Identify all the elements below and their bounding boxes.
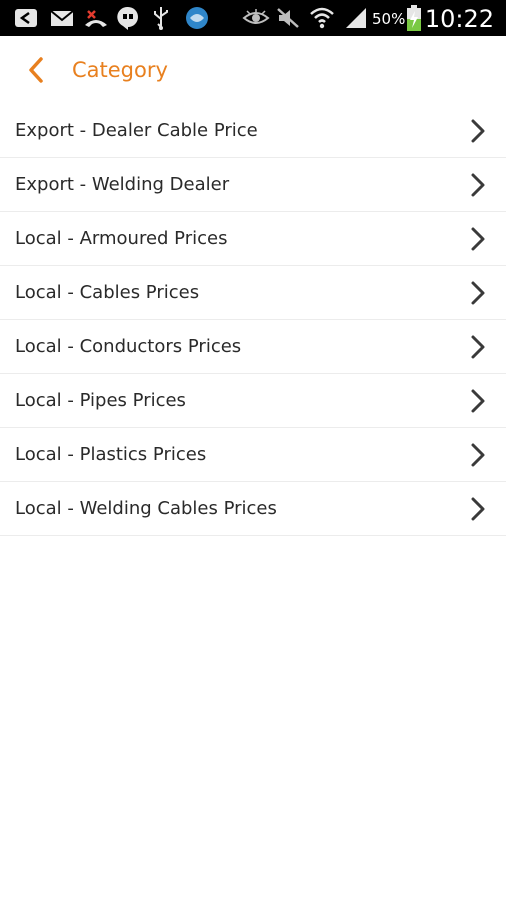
list-item-label: Export - Welding Dealer — [15, 174, 230, 195]
list-item[interactable]: Export - Welding Dealer — [0, 158, 506, 212]
battery-charging-icon — [404, 0, 424, 36]
screen: 50% 10:22 Category Export - Dealer Cable… — [0, 0, 506, 900]
list-item-label: Local - Welding Cables Prices — [15, 498, 277, 519]
chevron-right-icon — [471, 443, 485, 467]
list-item[interactable]: Local - Conductors Prices — [0, 320, 506, 374]
chevron-right-icon — [471, 281, 485, 305]
hangouts-icon — [114, 0, 142, 36]
app-icon — [12, 0, 40, 36]
chevron-right-icon — [471, 227, 485, 251]
chevron-right-icon — [471, 389, 485, 413]
list-item-label: Local - Conductors Prices — [15, 336, 242, 357]
list-item-label: Local - Plastics Prices — [15, 444, 207, 465]
missed-call-icon — [82, 0, 110, 36]
mail-icon — [48, 0, 76, 36]
clock: 10:22 — [424, 5, 494, 33]
back-button[interactable] — [12, 44, 60, 96]
status-bar: 50% 10:22 — [0, 0, 506, 36]
list-item[interactable]: Local - Armoured Prices — [0, 212, 506, 266]
browser-icon — [182, 0, 212, 36]
list-item[interactable]: Local - Plastics Prices — [0, 428, 506, 482]
chevron-left-icon — [29, 57, 43, 83]
chevron-right-icon — [471, 497, 485, 521]
wifi-icon — [308, 0, 336, 36]
eye-icon — [241, 0, 271, 36]
chevron-right-icon — [471, 335, 485, 359]
list-item-label: Export - Dealer Cable Price — [15, 120, 258, 141]
signal-icon — [343, 0, 369, 36]
list-item[interactable]: Local - Cables Prices — [0, 266, 506, 320]
list-item[interactable]: Local - Welding Cables Prices — [0, 482, 506, 536]
chevron-right-icon — [471, 173, 485, 197]
category-list: Export - Dealer Cable Price Export - Wel… — [0, 104, 506, 536]
page-title: Category — [72, 58, 168, 82]
chevron-right-icon — [471, 119, 485, 143]
list-item-label: Local - Cables Prices — [15, 282, 200, 303]
action-bar: Category — [0, 36, 506, 104]
list-item-label: Local - Pipes Prices — [15, 390, 186, 411]
mute-icon — [274, 0, 302, 36]
battery-percent: 50% — [372, 10, 406, 28]
usb-icon — [148, 0, 174, 36]
list-item[interactable]: Local - Pipes Prices — [0, 374, 506, 428]
list-item[interactable]: Export - Dealer Cable Price — [0, 104, 506, 158]
list-item-label: Local - Armoured Prices — [15, 228, 228, 249]
